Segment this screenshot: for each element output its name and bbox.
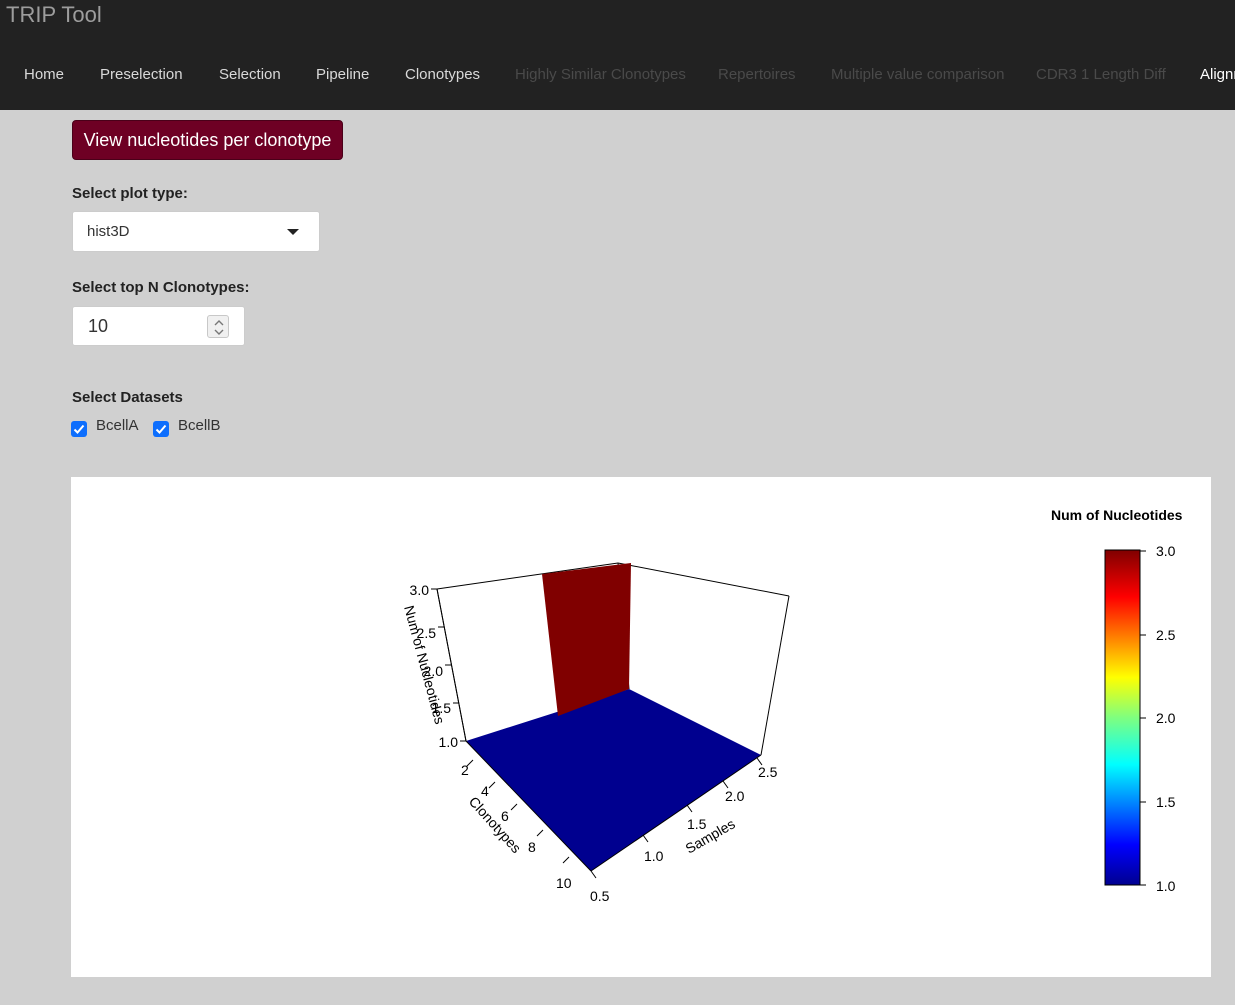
colorbar-tick-label: 2.5 [1156, 627, 1176, 643]
clonotype-tick-label: 2 [461, 762, 469, 778]
plot-type-label: Select plot type: [72, 185, 188, 202]
z-tick-label: 1.0 [439, 734, 459, 750]
tab-clonotypes[interactable]: Clonotypes [405, 66, 480, 83]
colorbar-tick-label: 1.5 [1156, 794, 1176, 810]
tab-alignment[interactable]: Alignm [1200, 66, 1235, 83]
plot-panel: 3.0 2.5 2.0 1.5 1.0 Num of Nucleotides 2… [71, 477, 1211, 977]
colorbar [1104, 549, 1141, 886]
samples-tick-label: 1.0 [644, 848, 664, 864]
datasets-label: Select Datasets [72, 389, 183, 406]
top-n-label: Select top N Clonotypes: [72, 279, 250, 296]
samples-tick-label: 2.5 [758, 764, 778, 780]
clonotype-tick-label: 4 [481, 783, 489, 799]
tab-repertoires[interactable]: Repertoires [718, 66, 796, 83]
app-title[interactable]: TRIP Tool [6, 2, 102, 28]
tab-cdr3-length-diff[interactable]: CDR3 1 Length Diff [1036, 66, 1166, 83]
samples-tick-label: 2.0 [725, 788, 745, 804]
check-icon [73, 424, 85, 434]
top-n-value: 10 [88, 316, 109, 336]
colorbar-tick-label: 2.0 [1156, 710, 1176, 726]
tab-pipeline[interactable]: Pipeline [316, 66, 369, 83]
up-down-arrows-icon [214, 320, 224, 335]
view-nucleotides-button[interactable]: View nucleotides per clonotype [72, 120, 343, 160]
z-tick-label: 3.0 [410, 582, 430, 598]
checkbox-label-bcellb: BcellB [178, 417, 221, 434]
clonotype-tick-label: 10 [556, 875, 572, 891]
checkbox-bcella[interactable] [71, 421, 87, 437]
checkbox-label-bcella: BcellA [96, 417, 139, 434]
colorbar-title: Num of Nucleotides [1051, 507, 1183, 523]
bar-clonotype-1 [542, 563, 631, 716]
colorbar-ticks [1140, 550, 1146, 886]
checkbox-bcellb[interactable] [153, 421, 169, 437]
tab-highly-similar-clonotypes[interactable]: Highly Similar Clonotypes [515, 66, 686, 83]
plot-type-select[interactable]: hist3D [72, 211, 320, 252]
hist3d-plot: 3.0 2.5 2.0 1.5 1.0 Num of Nucleotides 2… [401, 507, 1183, 904]
navbar: TRIP Tool Home Preselection Selection Pi… [0, 0, 1235, 110]
clonotype-tick-label: 8 [528, 839, 536, 855]
check-icon [155, 424, 167, 434]
colorbar-tick-label: 1.0 [1156, 878, 1176, 894]
number-spinner[interactable] [207, 315, 229, 338]
samples-tick-label: 0.5 [590, 888, 610, 904]
plot-type-value: hist3D [87, 223, 130, 240]
tab-multiple-value-comparison[interactable]: Multiple value comparison [831, 66, 1004, 83]
tab-selection[interactable]: Selection [219, 66, 281, 83]
tab-preselection[interactable]: Preselection [100, 66, 183, 83]
tab-home[interactable]: Home [24, 66, 64, 83]
caret-down-icon [287, 229, 299, 235]
clonotype-axis-label: Clonotypes [466, 793, 525, 856]
top-n-input[interactable]: 10 [72, 306, 245, 346]
colorbar-tick-label: 3.0 [1156, 543, 1176, 559]
